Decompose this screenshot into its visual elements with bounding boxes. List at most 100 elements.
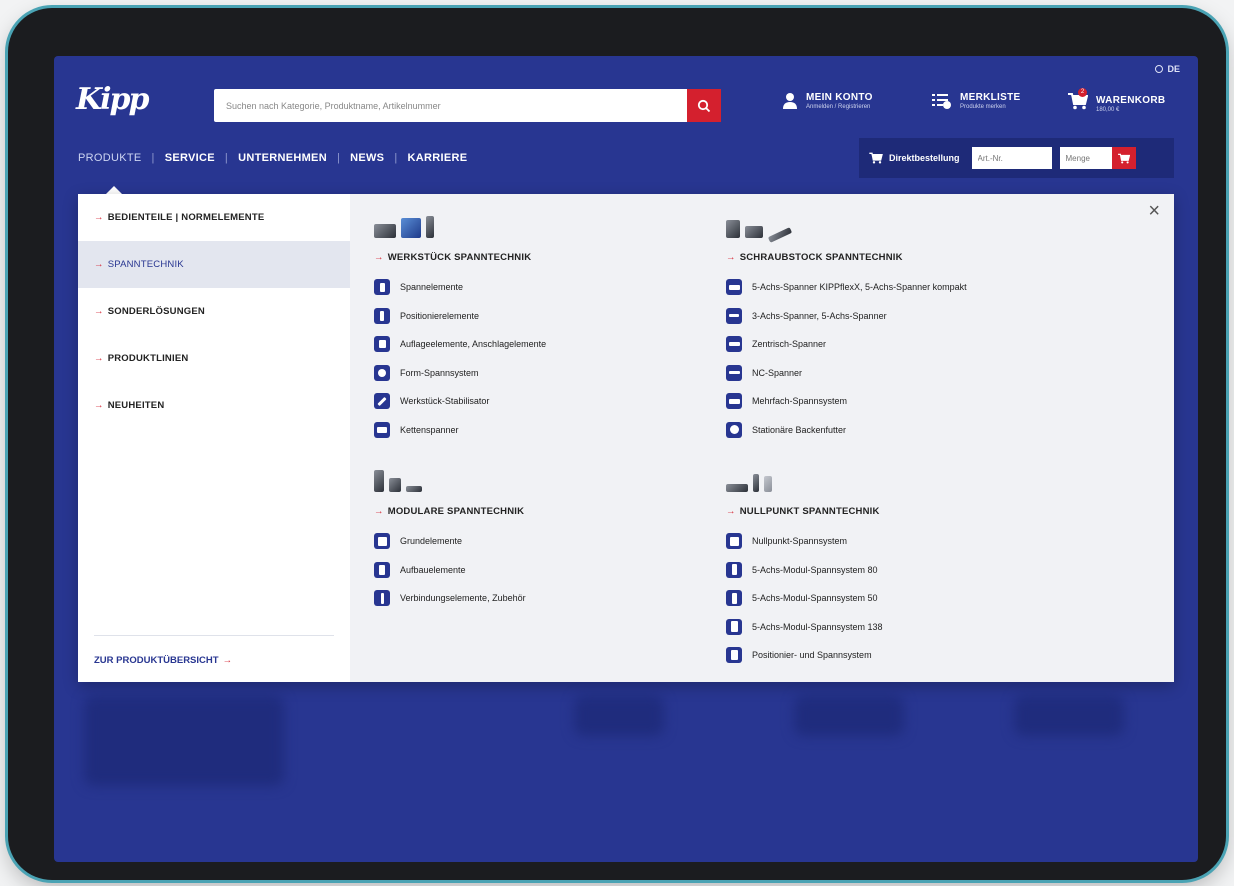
group-item-list: 5-Achs-Spanner KIPPflexX, 5-Achs-Spanner… (726, 273, 1056, 444)
search-input[interactable] (214, 89, 687, 122)
nav-item-service[interactable]: SERVICE (155, 152, 225, 164)
menu-link-kettenspanner[interactable]: Kettenspanner (374, 416, 704, 445)
arrow-icon: → (94, 353, 104, 364)
zero-point-icon (726, 533, 742, 550)
menu-link-spannelemente[interactable]: Spannelemente (374, 273, 704, 302)
mega-menu-sidebar: → BEDIENTEILE | NORMELEMENTE → SPANNTECHNI… (78, 194, 350, 682)
product-overview-link[interactable]: ZUR PRODUKTÜBERSICHT → (94, 655, 232, 666)
menu-link-label: Zentrisch-Spanner (752, 339, 827, 350)
background-content (574, 696, 664, 736)
chain-clamp-icon (374, 421, 390, 438)
menu-link-verbindungselemente[interactable]: Verbindungselemente, Zubehör (374, 584, 704, 613)
cart-amount: 180,00 € (1096, 106, 1120, 113)
nc-vise-icon (726, 364, 742, 381)
menu-link-werkstueck-stabilisator[interactable]: Werkstück-Stabilisator (374, 387, 704, 416)
quick-order-text: Direktbestellung (889, 153, 960, 163)
search-bar (214, 89, 721, 122)
wishlist-title: MERKLISTE (960, 92, 1021, 103)
sidebar-item-bedienteile[interactable]: → BEDIENTEILE | NORMELEMENTE (78, 194, 350, 241)
menu-link-grundelemente[interactable]: Grundelemente (374, 527, 704, 556)
menu-link-aufbauelemente[interactable]: Aufbauelemente (374, 556, 704, 585)
arrow-icon: → (94, 259, 104, 270)
article-number-input[interactable] (971, 147, 1052, 169)
menu-link-5-achs-modul-138[interactable]: 5-Achs-Modul-Spannsystem 138 (726, 613, 1056, 642)
menu-link-label: Nullpunkt-Spannsystem (752, 536, 848, 547)
sidebar-item-spanntechnik[interactable]: → SPANNTECHNIK (78, 241, 350, 288)
menu-link-label: Verbindungselemente, Zubehör (400, 593, 526, 604)
menu-link-nullpunkt-spannsystem[interactable]: Nullpunkt-Spannsystem (726, 527, 1056, 556)
product-overview-label: ZUR PRODUKTÜBERSICHT (94, 655, 219, 666)
sidebar-item-neuheiten[interactable]: → NEUHEITEN (78, 382, 350, 429)
globe-icon (1155, 65, 1164, 73)
mega-menu-content: × → WERKSTÜCK SPANNTECHNIK Spannelemente … (350, 194, 1174, 682)
quantity-input[interactable] (1059, 147, 1112, 169)
menu-link-3-achs-spanner[interactable]: 3-Achs-Spanner, 5-Achs-Spanner (726, 302, 1056, 331)
group-title[interactable]: → SCHRAUBSTOCK SPANNTECHNIK (726, 252, 1056, 263)
arrow-icon: → (726, 506, 736, 517)
kipp-logo[interactable]: Kipp (76, 82, 149, 117)
language-label: DE (1167, 64, 1180, 74)
menu-link-label: Aufbauelemente (400, 564, 466, 575)
cart-count-badge: 2 (1078, 88, 1087, 97)
wishlist-link[interactable]: MERKLISTE Produkte merken (932, 92, 1020, 110)
product-illustration (374, 462, 704, 492)
menu-link-stationaere-backenfutter[interactable]: Stationäre Backenfutter (726, 416, 1056, 445)
sidebar-item-produktlinien[interactable]: → PRODUKTLINIEN (78, 335, 350, 382)
menu-link-label: Mehrfach-Spannsystem (752, 396, 848, 407)
group-title[interactable]: → MODULARE SPANNTECHNIK (374, 506, 704, 517)
cart-title: WARENKORB (1096, 94, 1166, 106)
mega-menu: → BEDIENTEILE | NORMELEMENTE → SPANNTECHNI… (78, 194, 1174, 682)
cart-icon (1117, 153, 1130, 163)
group-title[interactable]: → WERKSTÜCK SPANNTECHNIK (374, 252, 704, 263)
menu-link-label: Auflageelemente, Anschlagelemente (400, 339, 547, 350)
menu-link-auflageelemente[interactable]: Auflageelemente, Anschlagelemente (374, 330, 704, 359)
menu-link-form-spannsystem[interactable]: Form-Spannsystem (374, 359, 704, 388)
nav-item-karriere[interactable]: KARRIERE (397, 152, 477, 164)
arrow-icon: → (94, 306, 104, 317)
centric-vise-icon (726, 336, 742, 353)
group-title[interactable]: → NULLPUNKT SPANNTECHNIK (726, 506, 1056, 517)
close-icon[interactable]: × (1148, 200, 1160, 223)
three-axis-vise-icon (726, 307, 742, 324)
cart-icon (869, 152, 883, 164)
menu-link-5-achs-spanner-kippflexx[interactable]: 5-Achs-Spanner KIPPflexX, 5-Achs-Spanner… (726, 273, 1056, 302)
menu-link-positionier-und-spannsystem[interactable]: Positionier- und Spannsystem (726, 641, 1056, 670)
language-switcher[interactable]: DE (1155, 64, 1180, 74)
cart-link[interactable]: 2 WARENKORB 180,00 € (1068, 88, 1166, 115)
user-icon (783, 93, 797, 109)
group-werkstueck-spanntechnik: → WERKSTÜCK SPANNTECHNIK Spannelemente Po… (374, 208, 704, 444)
menu-link-5-achs-modul-80[interactable]: 5-Achs-Modul-Spannsystem 80 (726, 556, 1056, 585)
menu-link-label: 5-Achs-Modul-Spannsystem 80 (752, 564, 878, 575)
product-illustration (374, 208, 704, 238)
five-axis-vise-icon (726, 279, 742, 296)
multi-clamp-icon (726, 393, 742, 410)
menu-link-5-achs-modul-50[interactable]: 5-Achs-Modul-Spannsystem 50 (726, 584, 1056, 613)
menu-link-zentrisch-spanner[interactable]: Zentrisch-Spanner (726, 330, 1056, 359)
account-link[interactable]: MEIN KONTO Anmelden / Registrieren (782, 92, 873, 110)
group-title-label: SCHRAUBSTOCK SPANNTECHNIK (739, 252, 903, 263)
nav-item-news[interactable]: NEWS (340, 152, 394, 164)
menu-link-label: Kettenspanner (400, 424, 459, 435)
menu-link-mehrfach-spannsystem[interactable]: Mehrfach-Spannsystem (726, 387, 1056, 416)
menu-link-positionierelemente[interactable]: Positionierelemente (374, 302, 704, 331)
search-button[interactable] (687, 89, 721, 122)
nav-item-unternehmen[interactable]: UNTERNEHMEN (228, 152, 337, 164)
menu-link-label: Positionier- und Spannsystem (752, 650, 872, 661)
menu-link-label: Grundelemente (400, 536, 463, 547)
group-item-list: Grundelemente Aufbauelemente Verbindungs… (374, 527, 704, 613)
tablet-frame: DE Kipp MEIN KONTO Anmelden / Registrier… (8, 8, 1226, 880)
menu-link-label: NC-Spanner (752, 367, 803, 378)
sidebar-item-sonderloesungen[interactable]: → SONDERLÖSUNGEN (78, 288, 350, 335)
website-screen: DE Kipp MEIN KONTO Anmelden / Registrier… (54, 56, 1198, 862)
group-modulare-spanntechnik: → MODULARE SPANNTECHNIK Grundelemente Auf… (374, 462, 704, 613)
account-title: MEIN KONTO (806, 92, 873, 103)
menu-link-nc-spanner[interactable]: NC-Spanner (726, 359, 1056, 388)
group-title-label: WERKSTÜCK SPANNTECHNIK (387, 252, 532, 263)
quick-order-label: Direktbestellung (869, 152, 960, 164)
quick-add-to-cart-button[interactable] (1111, 147, 1136, 169)
nav-item-produkte[interactable]: PRODUKTE (78, 152, 152, 164)
sidebar-item-label: BEDIENTEILE | NORMELEMENTE (107, 212, 265, 223)
menu-link-label: Stationäre Backenfutter (752, 424, 847, 435)
group-nullpunkt-spanntechnik: → NULLPUNKT SPANNTECHNIK Nullpunkt-Spanns… (726, 462, 1056, 670)
menu-link-label: Werkstück-Stabilisator (400, 396, 490, 407)
